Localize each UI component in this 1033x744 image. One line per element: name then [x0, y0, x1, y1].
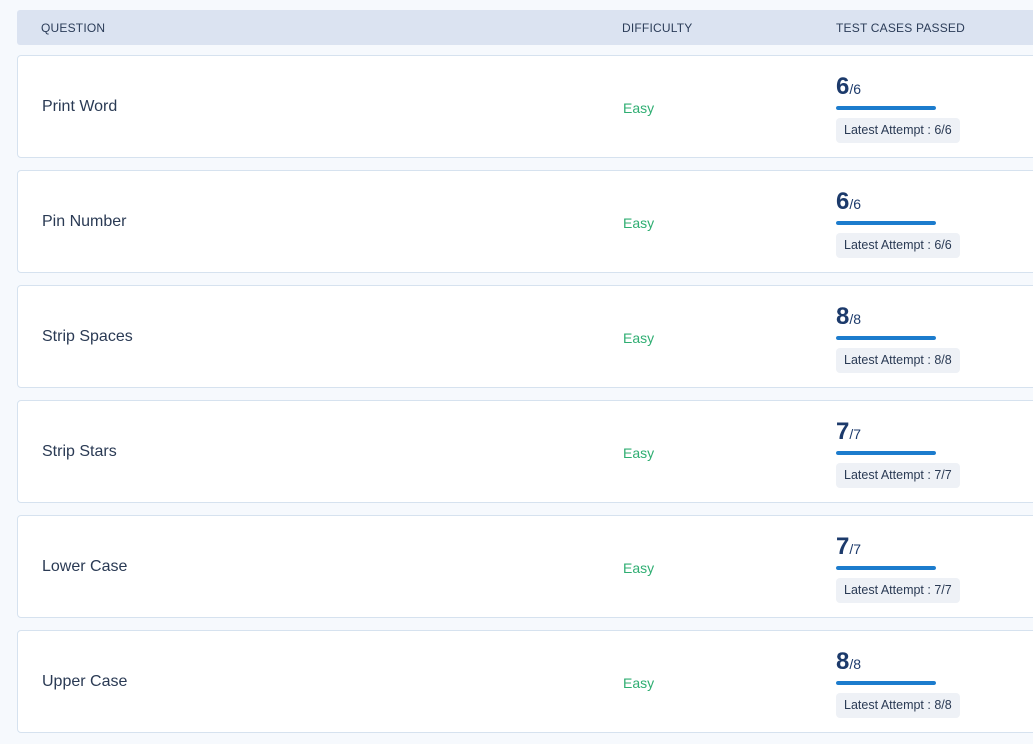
- progress-fill: [836, 681, 936, 685]
- question-title[interactable]: Upper Case: [42, 673, 127, 691]
- progress-fill: [836, 336, 936, 340]
- difficulty-label: Easy: [623, 560, 655, 576]
- passed-count: 8: [836, 303, 850, 330]
- progress-bar: [836, 221, 936, 225]
- question-title[interactable]: Pin Number: [42, 213, 126, 231]
- passed-count: 6: [836, 73, 850, 100]
- test-score: 6/6: [836, 188, 861, 216]
- total-count: /7: [849, 541, 862, 557]
- test-score: 6/6: [836, 73, 861, 101]
- question-row[interactable]: Lower Case Easy 7/7 Latest Attempt : 7/7: [17, 515, 1033, 618]
- total-count: /6: [849, 81, 862, 97]
- test-score: 7/7: [836, 418, 861, 446]
- progress-fill: [836, 106, 936, 110]
- progress-fill: [836, 566, 936, 570]
- passed-count: 8: [836, 648, 850, 675]
- total-count: /6: [849, 196, 862, 212]
- table-header: QUESTION DIFFICULTY TEST CASES PASSED: [17, 10, 1033, 45]
- question-title[interactable]: Lower Case: [42, 558, 127, 576]
- passed-count: 7: [836, 533, 850, 560]
- test-score: 7/7: [836, 533, 861, 561]
- question-title[interactable]: Strip Spaces: [42, 328, 133, 346]
- question-row[interactable]: Strip Stars Easy 7/7 Latest Attempt : 7/…: [17, 400, 1033, 503]
- question-row[interactable]: Upper Case Easy 8/8 Latest Attempt : 8/8: [17, 630, 1033, 733]
- total-count: /7: [849, 426, 862, 442]
- progress-bar: [836, 336, 936, 340]
- difficulty-label: Easy: [623, 330, 655, 346]
- progress-bar: [836, 106, 936, 110]
- test-score: 8/8: [836, 303, 861, 331]
- latest-attempt-badge: Latest Attempt : 8/8: [836, 693, 960, 718]
- total-count: /8: [849, 311, 862, 327]
- passed-count: 6: [836, 188, 850, 215]
- latest-attempt-badge: Latest Attempt : 7/7: [836, 463, 960, 488]
- latest-attempt-badge: Latest Attempt : 6/6: [836, 118, 960, 143]
- column-header-test-cases-passed: TEST CASES PASSED: [836, 21, 965, 35]
- passed-count: 7: [836, 418, 850, 445]
- column-header-question: QUESTION: [41, 21, 106, 35]
- difficulty-label: Easy: [623, 445, 655, 461]
- difficulty-label: Easy: [623, 215, 655, 231]
- question-title[interactable]: Print Word: [42, 98, 117, 116]
- difficulty-label: Easy: [623, 100, 655, 116]
- total-count: /8: [849, 656, 862, 672]
- progress-fill: [836, 451, 936, 455]
- latest-attempt-badge: Latest Attempt : 8/8: [836, 348, 960, 373]
- progress-fill: [836, 221, 936, 225]
- latest-attempt-badge: Latest Attempt : 7/7: [836, 578, 960, 603]
- progress-bar: [836, 681, 936, 685]
- progress-bar: [836, 566, 936, 570]
- difficulty-label: Easy: [623, 675, 655, 691]
- question-title[interactable]: Strip Stars: [42, 443, 117, 461]
- latest-attempt-badge: Latest Attempt : 6/6: [836, 233, 960, 258]
- question-row[interactable]: Pin Number Easy 6/6 Latest Attempt : 6/6: [17, 170, 1033, 273]
- question-row[interactable]: Print Word Easy 6/6 Latest Attempt : 6/6: [17, 55, 1033, 158]
- test-score: 8/8: [836, 648, 861, 676]
- column-header-difficulty: DIFFICULTY: [622, 21, 693, 35]
- question-row[interactable]: Strip Spaces Easy 8/8 Latest Attempt : 8…: [17, 285, 1033, 388]
- progress-bar: [836, 451, 936, 455]
